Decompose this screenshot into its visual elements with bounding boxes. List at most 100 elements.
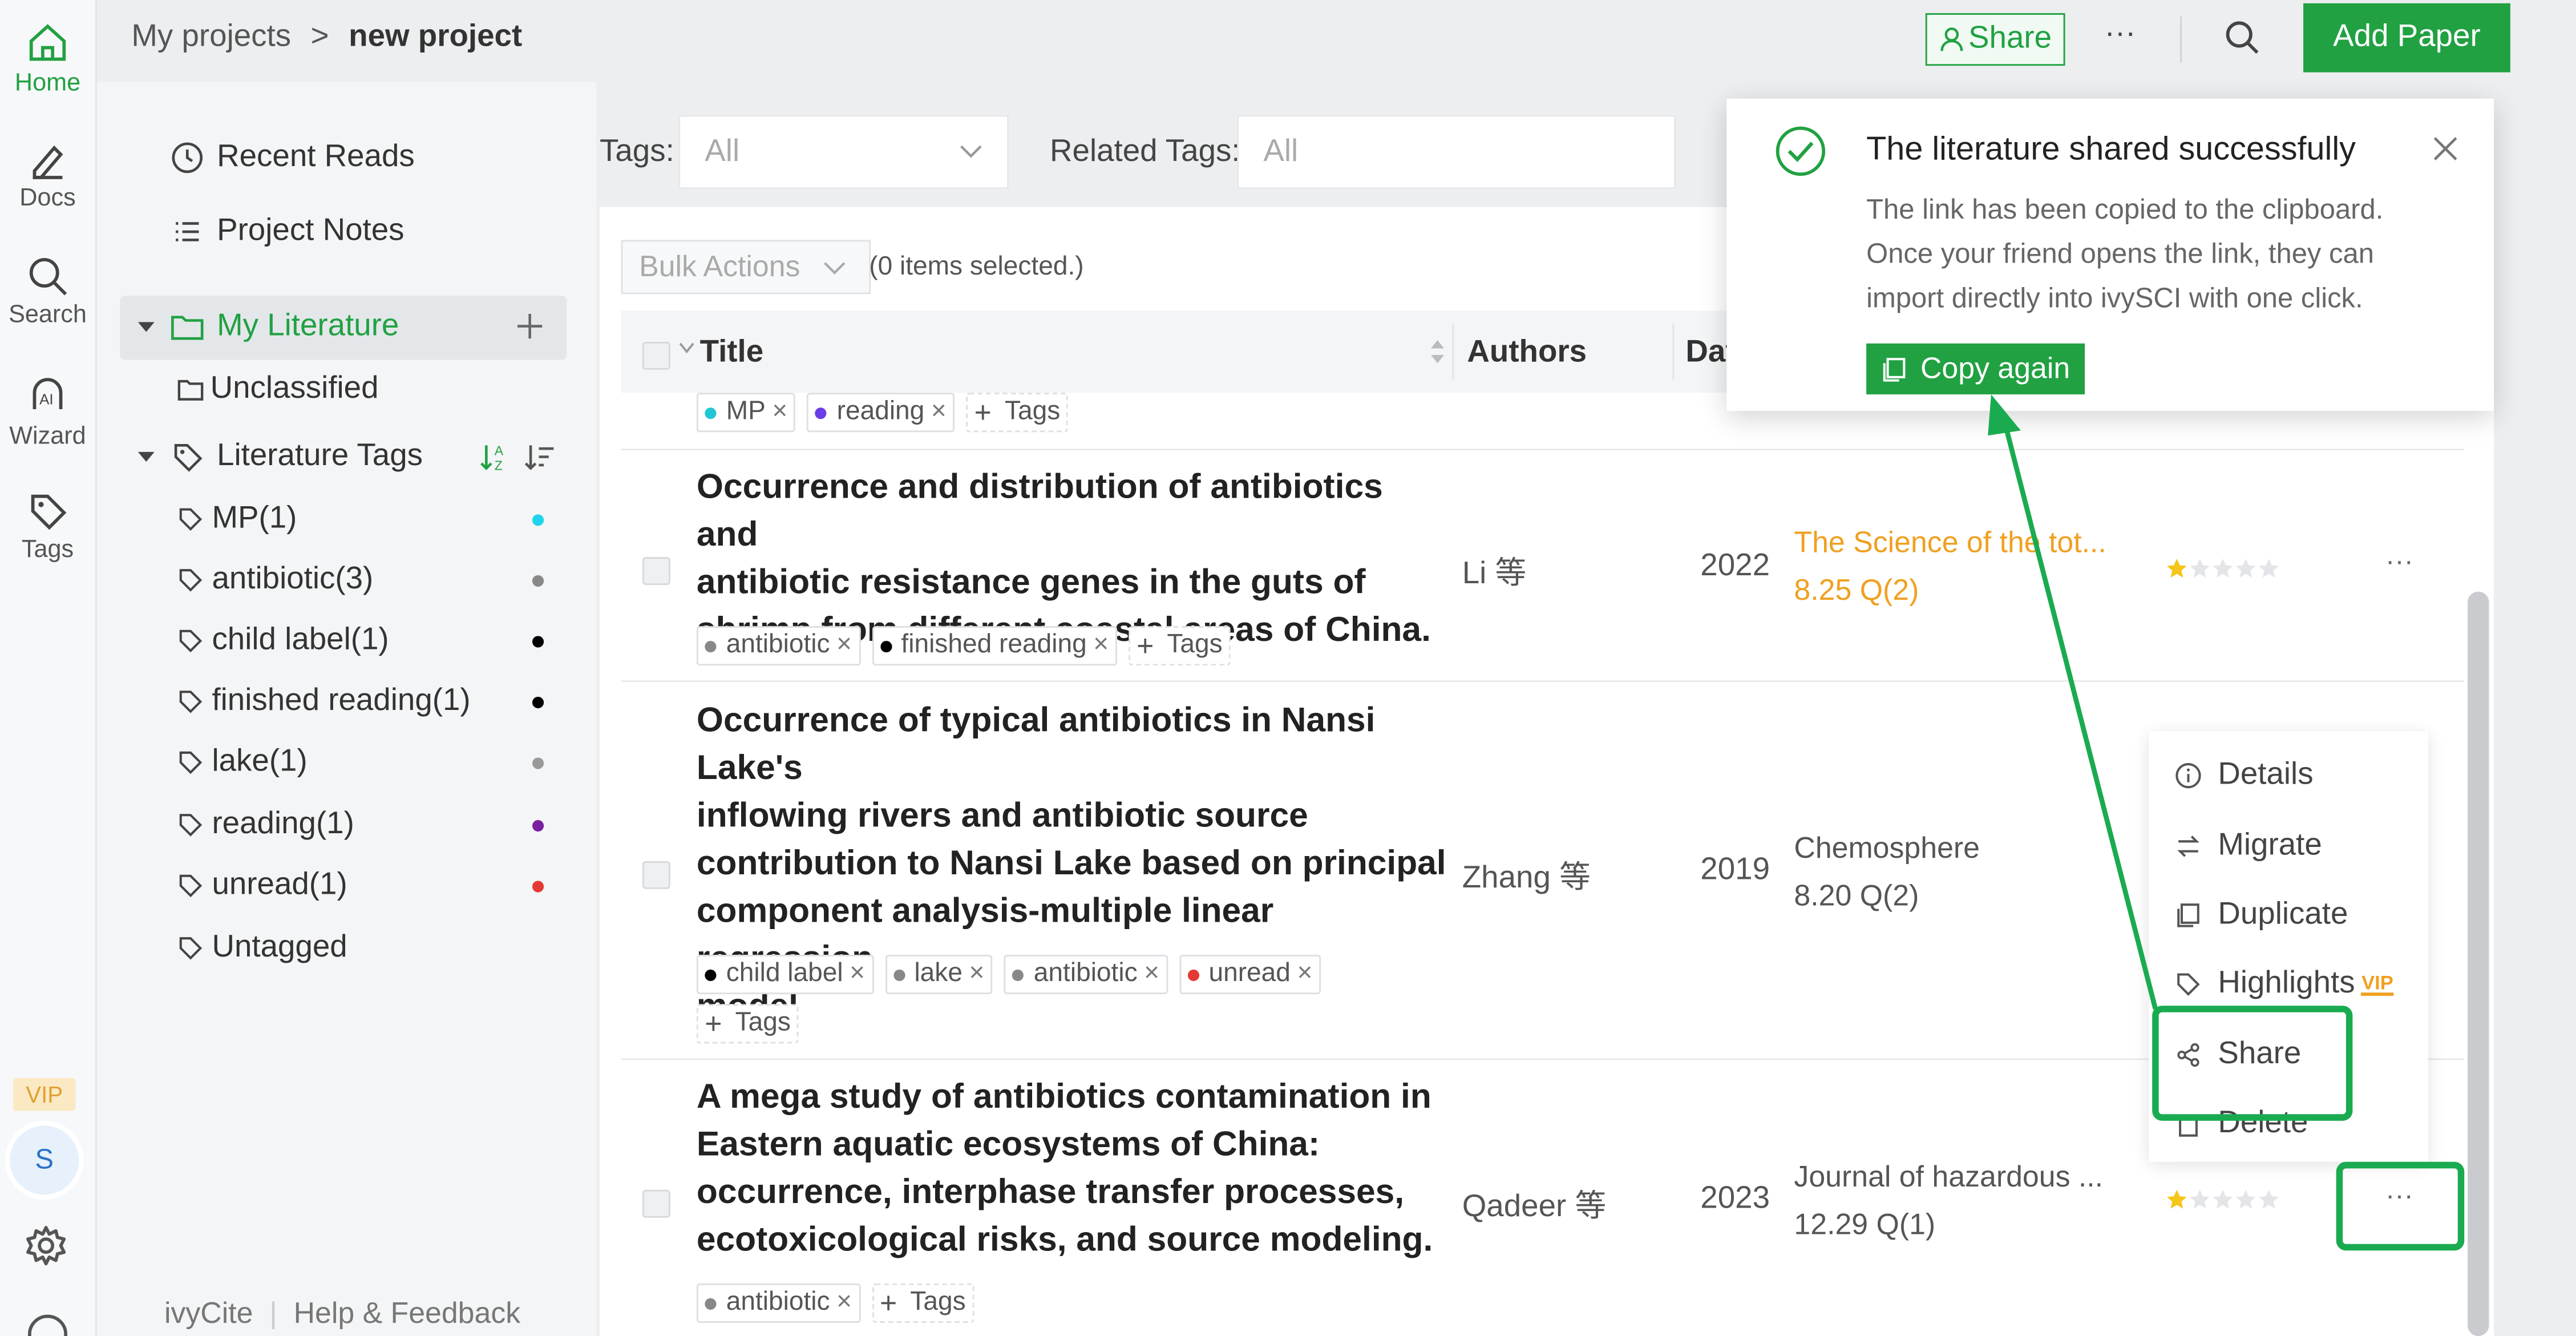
tag-icon xyxy=(179,569,203,592)
star-filled-icon[interactable] xyxy=(2165,1188,2188,1211)
help-icon[interactable] xyxy=(27,1314,68,1336)
unclassified-item[interactable]: Unclassified xyxy=(177,372,379,407)
tag-chip[interactable]: finished reading × xyxy=(871,626,1117,666)
star-empty-icon[interactable] xyxy=(2257,557,2280,580)
row-1-journal[interactable]: The Science of the tot... 8.25 Q(2) xyxy=(1794,519,2106,615)
row-1-more-button[interactable]: ··· xyxy=(2385,546,2413,579)
add-tags-button[interactable]: + Tags xyxy=(966,393,1069,433)
tag-chip[interactable]: lake × xyxy=(884,954,993,995)
row-3-title[interactable]: A mega study of antibiotics contaminatio… xyxy=(697,1073,1453,1264)
tag-chip[interactable]: antibiotic × xyxy=(696,1283,860,1323)
add-tags-button[interactable]: + Tags xyxy=(871,1283,974,1323)
tags-filter-select[interactable]: All xyxy=(678,115,1009,189)
breadcrumb-root[interactable]: My projects xyxy=(131,20,291,56)
search-button[interactable] xyxy=(2225,20,2260,56)
remove-tag-icon[interactable]: × xyxy=(969,960,985,990)
tag-chip[interactable]: MP × xyxy=(696,393,796,433)
sort-count-button[interactable] xyxy=(524,441,557,474)
search-icon xyxy=(2226,21,2259,54)
rail-home[interactable]: Home xyxy=(0,20,95,97)
sidebar-tag-item[interactable]: antibiotic(3) xyxy=(177,562,373,598)
star-empty-icon[interactable] xyxy=(2188,1188,2211,1211)
remove-tag-icon[interactable]: × xyxy=(931,398,947,427)
tag-chip[interactable]: child label × xyxy=(696,954,874,995)
remove-tag-icon[interactable]: × xyxy=(1144,960,1159,990)
sidebar-tag-item[interactable]: lake(1) xyxy=(177,744,308,780)
scrollbar-thumb[interactable] xyxy=(2468,591,2489,1336)
rail-tags[interactable]: Tags xyxy=(0,490,95,564)
star-empty-icon[interactable] xyxy=(2211,1188,2234,1211)
star-empty-icon[interactable] xyxy=(2211,557,2234,580)
more-options-button[interactable]: ··· xyxy=(2105,17,2136,53)
menu-migrate[interactable]: Migrate xyxy=(2175,828,2322,864)
sidebar-tag-item[interactable]: unread(1) xyxy=(177,867,347,903)
sidebar-tag-item[interactable]: reading(1) xyxy=(177,807,354,843)
remove-tag-icon[interactable]: × xyxy=(850,960,865,990)
bulk-actions-label: Bulk Actions xyxy=(639,249,800,283)
row-1-title[interactable]: Occurrence and distribution of antibioti… xyxy=(697,463,1453,654)
my-literature-item[interactable]: My Literature xyxy=(135,309,399,345)
row-3-rating[interactable] xyxy=(2165,1188,2280,1211)
settings-button[interactable] xyxy=(23,1222,69,1269)
add-tags-button[interactable]: + Tags xyxy=(696,1004,799,1044)
sidebar-tag-item[interactable]: child label(1) xyxy=(177,623,389,659)
row-1-rating[interactable] xyxy=(2165,557,2280,580)
row-checkbox[interactable] xyxy=(642,1189,670,1218)
recent-reads-item[interactable]: Recent Reads xyxy=(171,140,415,176)
sidebar-tag-item[interactable]: MP(1) xyxy=(177,501,297,537)
help-feedback-link[interactable]: Help & Feedback xyxy=(294,1297,521,1331)
add-folder-button[interactable] xyxy=(516,312,544,340)
sidebar-tag-item[interactable]: Untagged xyxy=(177,930,347,966)
sort-arrows-icon[interactable] xyxy=(1427,335,1447,368)
gear-icon xyxy=(26,1226,66,1266)
star-empty-icon[interactable] xyxy=(2188,557,2211,580)
star-empty-icon[interactable] xyxy=(2257,1188,2280,1211)
tag-chip[interactable]: antibiotic × xyxy=(696,626,860,666)
star-empty-icon[interactable] xyxy=(2234,1188,2257,1211)
remove-tag-icon[interactable]: × xyxy=(836,631,852,661)
close-icon[interactable] xyxy=(2433,136,2458,161)
remove-tag-icon[interactable]: × xyxy=(1297,960,1312,990)
sidebar-tag-item[interactable]: finished reading(1) xyxy=(177,684,471,720)
bulk-actions-select[interactable]: Bulk Actions xyxy=(621,240,871,294)
caret-down-icon[interactable] xyxy=(135,445,157,468)
rail-search[interactable]: Search xyxy=(0,255,95,329)
remove-tag-icon[interactable]: × xyxy=(836,1289,852,1318)
project-notes-item[interactable]: Project Notes xyxy=(171,213,404,249)
vip-badge[interactable]: VIP xyxy=(13,1077,76,1111)
column-authors[interactable]: Authors xyxy=(1467,335,1587,371)
ivycite-link[interactable]: ivyCite xyxy=(164,1297,253,1331)
column-divider xyxy=(1452,324,1454,380)
remove-tag-icon[interactable]: × xyxy=(1093,631,1109,661)
my-literature-label: My Literature xyxy=(217,309,399,344)
menu-details[interactable]: Details xyxy=(2175,757,2314,793)
row-checkbox[interactable] xyxy=(642,861,670,889)
star-filled-icon[interactable] xyxy=(2165,557,2188,580)
literature-tags-item[interactable]: Literature Tags xyxy=(135,439,423,475)
tag-chip[interactable]: unread × xyxy=(1179,954,1321,995)
rail-wizard[interactable]: AI Wizard xyxy=(0,373,95,450)
star-empty-icon[interactable] xyxy=(2234,557,2257,580)
rail-docs[interactable]: Docs xyxy=(0,138,95,212)
row-2-journal[interactable]: Chemosphere 8.20 Q(2) xyxy=(1794,825,1980,921)
related-tags-select[interactable]: All xyxy=(1237,115,1676,189)
share-button[interactable]: Share xyxy=(1925,13,2065,66)
sort-az-button[interactable]: AZ xyxy=(480,441,513,474)
select-all-checkbox[interactable] xyxy=(642,341,670,370)
add-tags-button[interactable]: + Tags xyxy=(1128,626,1231,666)
avatar[interactable]: S xyxy=(10,1125,79,1195)
row-3-journal[interactable]: Journal of hazardous ... 12.29 Q(1) xyxy=(1794,1153,2103,1249)
chevron-down-icon[interactable] xyxy=(678,342,695,355)
column-title[interactable]: Title xyxy=(700,335,763,371)
tag-chip[interactable]: reading × xyxy=(807,393,955,433)
menu-highlights[interactable]: Highlights VIP xyxy=(2175,966,2393,1002)
remove-tag-icon[interactable]: × xyxy=(772,398,787,427)
caret-down-icon[interactable] xyxy=(135,316,157,338)
journal-metric: 8.25 Q(2) xyxy=(1794,573,1919,607)
tag-chip[interactable]: antibiotic × xyxy=(1004,954,1168,995)
add-paper-button[interactable]: Add Paper xyxy=(2303,3,2510,72)
row-checkbox[interactable] xyxy=(642,557,670,586)
copy-again-button[interactable]: Copy again xyxy=(1866,343,2085,395)
menu-duplicate[interactable]: Duplicate xyxy=(2175,897,2348,933)
tag-chip-label: unread xyxy=(1208,959,1291,988)
